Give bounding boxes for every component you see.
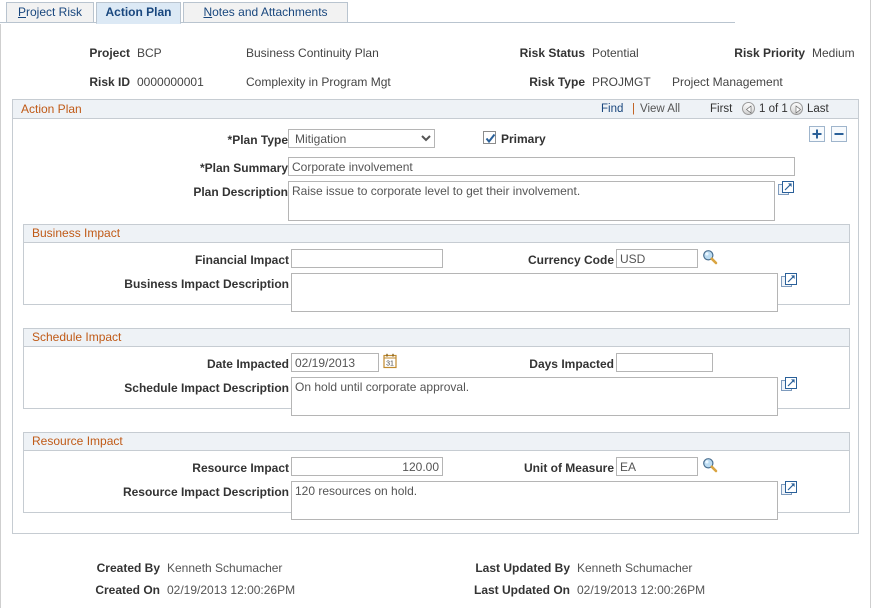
tab-notes-label: otes and Attachments xyxy=(212,5,328,19)
tab-action-plan[interactable]: Action Plan xyxy=(96,2,181,24)
resource-impact-label: Resource Impact xyxy=(192,461,289,475)
days-impacted-input[interactable] xyxy=(616,353,713,372)
primary-label: Primary xyxy=(501,132,546,146)
project-label: Project xyxy=(89,46,130,60)
primary-checkbox[interactable] xyxy=(483,131,496,144)
plan-summary-input[interactable] xyxy=(288,157,795,176)
find-link[interactable]: Find xyxy=(601,103,623,115)
risk-id-value: 0000000001 xyxy=(137,75,204,89)
tab-notes-accesskey: N xyxy=(203,5,213,19)
risk-type-value: PROJMGT xyxy=(592,75,651,89)
risk-description: Complexity in Program Mgt xyxy=(246,75,391,89)
view-all-link[interactable]: View All xyxy=(640,103,680,115)
row-counter: 1 of 1 xyxy=(759,103,788,115)
next-arrow-icon[interactable] xyxy=(790,102,803,115)
risk-priority-value: Medium xyxy=(812,46,855,60)
created-by-label: Created By xyxy=(96,561,160,575)
tab-project-risk-accesskey: P xyxy=(17,5,26,19)
unit-of-measure-lookup-icon[interactable] xyxy=(702,457,718,473)
business-impact-groupbox: Business Impact Financial Impact Currenc… xyxy=(23,224,850,312)
created-on-value: 02/19/2013 12:00:26PM xyxy=(167,583,296,597)
schedule-impact-description-label: Schedule Impact Description xyxy=(124,381,289,395)
project-description: Business Continuity Plan xyxy=(246,46,379,60)
action-plan-section-title-text: Action Plan xyxy=(21,102,82,116)
currency-code-input[interactable] xyxy=(616,249,698,268)
plan-type-select[interactable]: Mitigation xyxy=(288,129,435,148)
unit-of-measure-label: Unit of Measure xyxy=(523,461,614,475)
risk-status-label: Risk Status xyxy=(519,46,585,60)
resource-impact-description-textarea[interactable]: 120 resources on hold. xyxy=(291,481,778,520)
schedule-impact-description-textarea[interactable]: On hold until corporate approval. xyxy=(291,377,778,416)
resource-impact-section-title-text: Resource Impact xyxy=(32,434,123,448)
tab-notes-and-attachments[interactable]: Notes and Attachments xyxy=(183,2,348,23)
previous-arrow-icon[interactable] xyxy=(742,102,755,115)
project-value: BCP xyxy=(137,46,162,60)
currency-code-label: Currency Code xyxy=(527,253,614,267)
tab-project-risk[interactable]: Project Risk xyxy=(6,2,94,23)
risk-priority-label: Risk Priority xyxy=(734,46,805,60)
first-label[interactable]: First xyxy=(710,103,732,115)
resource-impact-groupbox: Resource Impact Resource Impact Unit of … xyxy=(23,432,850,520)
expand-textarea-icon[interactable] xyxy=(781,481,797,496)
last-updated-on-value: 02/19/2013 12:00:26PM xyxy=(577,583,706,597)
svg-text:31: 31 xyxy=(386,360,394,367)
financial-impact-label: Financial Impact xyxy=(194,253,289,267)
schedule-impact-section-title: Schedule Impact xyxy=(24,329,849,347)
plan-description-textarea[interactable]: Raise issue to corporate level to get th… xyxy=(288,181,775,221)
expand-textarea-icon[interactable] xyxy=(781,377,797,392)
unit-of-measure-input[interactable] xyxy=(616,457,698,476)
tab-project-risk-label: roject Risk xyxy=(26,5,83,19)
last-updated-by-label: Last Updated By xyxy=(475,561,570,575)
tab-action-plan-label: Action Plan xyxy=(105,5,172,19)
date-impacted-input[interactable] xyxy=(291,353,379,372)
tab-bar: Project Risk Action Plan Notes and Attac… xyxy=(0,0,871,24)
action-plan-groupbox: Action Plan Find | View All First 1 of 1… xyxy=(12,99,859,534)
financial-impact-input[interactable] xyxy=(291,249,443,268)
plan-summary-label: *Plan Summary xyxy=(199,161,288,175)
action-plan-page: Project Risk Action Plan Notes and Attac… xyxy=(0,0,871,608)
created-by-value: Kenneth Schumacher xyxy=(167,561,283,575)
risk-id-label: Risk ID xyxy=(89,75,130,89)
add-row-button[interactable] xyxy=(809,126,825,142)
business-impact-section-title: Business Impact xyxy=(24,225,849,243)
page-left-border xyxy=(0,24,1,608)
calendar-picker-icon[interactable]: 31 xyxy=(383,353,398,369)
risk-type-label: Risk Type xyxy=(529,75,585,89)
delete-row-button[interactable] xyxy=(831,126,847,142)
business-impact-description-label: Business Impact Description xyxy=(124,277,289,291)
business-impact-description-textarea[interactable] xyxy=(291,273,778,312)
last-updated-on-label: Last Updated On xyxy=(473,583,570,597)
risk-status-value: Potential xyxy=(592,46,639,60)
last-updated-by-value: Kenneth Schumacher xyxy=(577,561,693,575)
plan-type-label: *Plan Type xyxy=(227,133,288,147)
expand-textarea-icon[interactable] xyxy=(778,181,794,196)
risk-type-description: Project Management xyxy=(672,75,783,89)
created-on-label: Created On xyxy=(95,583,160,597)
schedule-impact-section-title-text: Schedule Impact xyxy=(32,330,122,344)
plan-description-label: Plan Description xyxy=(193,185,288,199)
find-viewall-separator: | xyxy=(632,103,635,115)
resource-impact-description-label: Resource Impact Description xyxy=(122,485,289,499)
resource-impact-input[interactable] xyxy=(291,457,443,476)
currency-code-lookup-icon[interactable] xyxy=(702,249,718,265)
date-impacted-label: Date Impacted xyxy=(206,357,289,371)
last-label[interactable]: Last xyxy=(807,103,829,115)
schedule-impact-groupbox: Schedule Impact Date Impacted 31 Days Im… xyxy=(23,328,850,416)
business-impact-section-title-text: Business Impact xyxy=(32,226,121,240)
resource-impact-section-title: Resource Impact xyxy=(24,433,849,451)
expand-textarea-icon[interactable] xyxy=(781,273,797,288)
days-impacted-label: Days Impacted xyxy=(529,357,614,371)
